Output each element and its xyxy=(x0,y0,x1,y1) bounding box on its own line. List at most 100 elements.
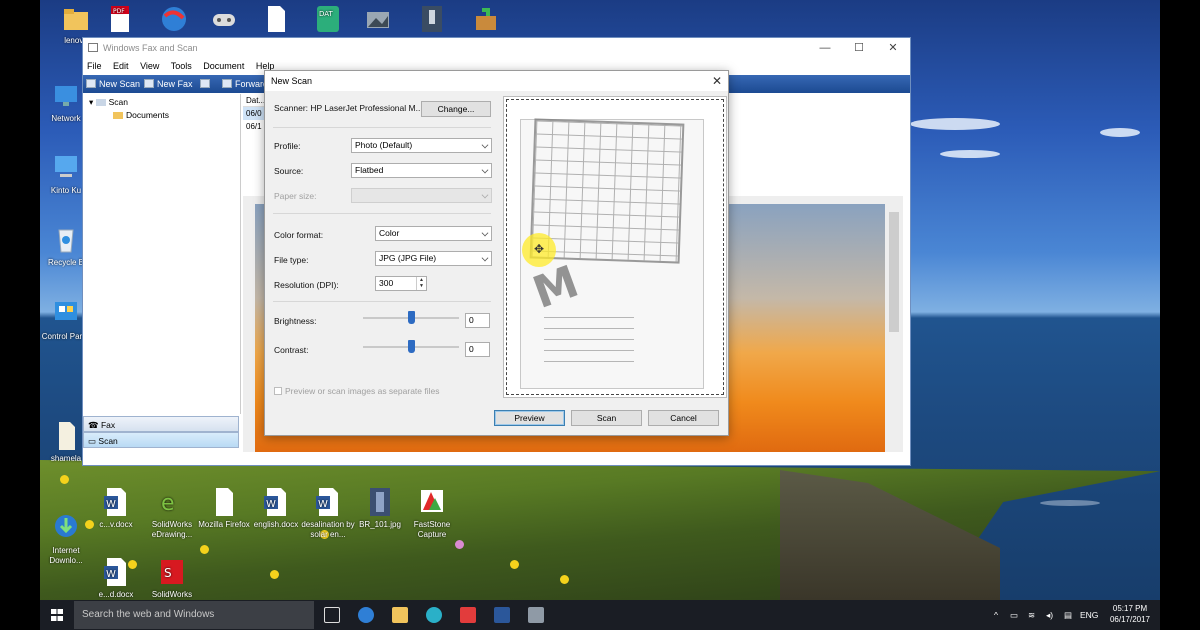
nav-scan-button[interactable]: ▭ Scan xyxy=(83,432,239,448)
file-explorer-icon[interactable] xyxy=(392,607,408,623)
desktop-icon-edrawings[interactable]: e SolidWorks eDrawing... xyxy=(144,486,200,540)
brightness-slider-thumb[interactable] xyxy=(408,311,415,324)
color-format-value: Color xyxy=(379,228,400,238)
faststone-icon xyxy=(421,490,443,512)
flower xyxy=(270,570,279,579)
chevron-up-icon[interactable]: ^ xyxy=(994,600,998,630)
volume-icon[interactable]: ◂) xyxy=(1046,600,1053,630)
contrast-slider-thumb[interactable] xyxy=(408,340,415,353)
desktop-icon-word-cv[interactable]: W c...v.docx xyxy=(88,486,144,530)
cloud xyxy=(910,118,1000,130)
desktop-icon-solidworks[interactable]: S SolidWorks xyxy=(144,556,200,600)
battery-icon[interactable]: ▭ xyxy=(1010,600,1018,630)
forward-button[interactable]: Forward xyxy=(221,75,268,93)
desktop-icon-image[interactable] xyxy=(350,4,406,36)
desktop-icon-faststone[interactable]: FastStone Capture xyxy=(404,486,460,540)
taskbar-app-icon[interactable] xyxy=(460,607,476,623)
right-letterbox xyxy=(1160,0,1200,630)
scan-selection-frame[interactable] xyxy=(506,99,724,395)
tree-node-scan[interactable]: ▾ Scan xyxy=(89,97,128,108)
contrast-slider[interactable] xyxy=(363,340,459,353)
desktop-icon-firefox[interactable]: Mozilla Firefox xyxy=(196,486,252,530)
desktop-icon-label: english.docx xyxy=(253,520,299,529)
profile-select[interactable]: Photo (Default) xyxy=(351,138,492,153)
desktop-icon-label: BR_101.jpg xyxy=(359,520,401,529)
desktop-icon-dat[interactable]: DAT xyxy=(300,4,356,36)
new-scan-title: New Scan xyxy=(271,76,313,86)
resolution-spinner[interactable]: 300 ▲ ▼ xyxy=(375,276,427,291)
new-fax-button[interactable]: New Fax xyxy=(143,75,193,93)
file-type-select[interactable]: JPG (JPG File) xyxy=(375,251,492,266)
preview-scrollbar[interactable] xyxy=(889,200,899,448)
word-taskbar-icon[interactable] xyxy=(494,607,510,623)
wifi-icon[interactable]: ≋ xyxy=(1028,600,1035,630)
scan-button[interactable]: Scan xyxy=(571,410,642,426)
color-format-label: Color format: xyxy=(274,230,324,240)
flower xyxy=(455,540,464,549)
flower xyxy=(510,560,519,569)
desktop-icon-desalination[interactable]: W desalination by solar en... xyxy=(300,486,356,540)
fax-scan-taskbar-icon[interactable] xyxy=(528,607,544,623)
cancel-button[interactable]: Cancel xyxy=(648,410,719,426)
spinner-arrows-icon[interactable]: ▲ ▼ xyxy=(416,277,426,290)
message-icon[interactable]: ▤ xyxy=(1064,600,1072,630)
file-type-value: JPG (JPG File) xyxy=(379,253,437,263)
menu-edit[interactable]: Edit xyxy=(113,61,129,71)
desktop-icon-document[interactable] xyxy=(248,4,304,36)
tree-root-label: Scan xyxy=(108,97,129,107)
nav-scan-label: Scan xyxy=(98,436,118,446)
brightness-input[interactable]: 0 xyxy=(465,313,490,328)
task-view-icon[interactable] xyxy=(324,607,340,623)
desktop-icon-br101[interactable]: BR_101.jpg xyxy=(352,486,408,530)
nav-fax-button[interactable]: ☎ Fax xyxy=(83,416,239,432)
word-icon: W xyxy=(104,558,126,586)
desktop-icon-english-docx[interactable]: W english.docx xyxy=(248,486,304,530)
checkbox-box[interactable] xyxy=(274,387,282,395)
new-scan-button[interactable]: New Scan xyxy=(85,75,140,93)
flower xyxy=(560,575,569,584)
printer-icon xyxy=(222,79,232,88)
taskbar-app-icon[interactable] xyxy=(426,607,442,623)
menu-file[interactable]: File xyxy=(87,61,102,71)
desktop-icon-gamepad[interactable] xyxy=(196,4,252,36)
desktop-icon-internet-download[interactable]: Internet Downlo... xyxy=(38,512,94,566)
chevron-down-icon xyxy=(481,229,489,237)
desktop-icon-usb[interactable] xyxy=(404,4,460,36)
start-button[interactable] xyxy=(40,600,74,630)
taskbar-search[interactable]: Search the web and Windows xyxy=(74,601,314,629)
maximize-icon[interactable]: ☐ xyxy=(842,38,876,58)
brightness-label: Brightness: xyxy=(274,316,317,326)
menu-tools[interactable]: Tools xyxy=(171,61,192,71)
scrollbar-thumb[interactable] xyxy=(889,212,899,332)
browser-taskbar-icon[interactable] xyxy=(358,607,374,623)
color-format-select[interactable]: Color xyxy=(375,226,492,241)
fax-icon xyxy=(144,79,154,88)
desktop-icon-word-ed[interactable]: W e...d.docx xyxy=(88,556,144,600)
new-scan-titlebar[interactable]: New Scan ✕ xyxy=(265,71,728,91)
scan-preview-pane[interactable]: M ✥ xyxy=(503,96,727,398)
desktop-icon-package[interactable] xyxy=(458,4,514,36)
preview-button[interactable]: Preview xyxy=(494,410,565,426)
desktop-icon-browser[interactable] xyxy=(146,4,202,36)
menu-view[interactable]: View xyxy=(140,61,159,71)
desktop-icon-pdf[interactable]: PDF xyxy=(92,4,148,36)
svg-text:W: W xyxy=(266,499,276,510)
menu-document[interactable]: Document xyxy=(203,61,244,71)
change-scanner-button[interactable]: Change... xyxy=(421,101,491,117)
collapse-arrow-icon[interactable]: ▾ xyxy=(89,97,96,107)
resolution-label: Resolution (DPI): xyxy=(274,280,339,290)
minimize-icon[interactable]: — xyxy=(808,38,842,58)
separate-files-checkbox[interactable]: Preview or scan images as separate files xyxy=(274,386,440,396)
language-indicator[interactable]: ENG xyxy=(1080,600,1098,630)
taskbar: Search the web and Windows ^ ▭ ≋ ◂) ▤ EN… xyxy=(40,600,1160,630)
desktop-icon-label: SolidWorks xyxy=(151,590,193,599)
tree-node-documents[interactable]: Documents xyxy=(113,110,169,120)
brightness-slider[interactable] xyxy=(363,311,459,324)
contrast-input[interactable]: 0 xyxy=(465,342,490,357)
source-select[interactable]: Flatbed xyxy=(351,163,492,178)
close-icon[interactable]: ✕ xyxy=(876,38,910,58)
taskbar-clock[interactable]: 05:17 PM 06/17/2017 xyxy=(1100,603,1160,625)
fax-scan-titlebar[interactable]: Windows Fax and Scan — ☐ ✕ xyxy=(83,38,910,58)
nav-fax-label: Fax xyxy=(100,420,116,430)
close-icon[interactable]: ✕ xyxy=(712,71,722,91)
